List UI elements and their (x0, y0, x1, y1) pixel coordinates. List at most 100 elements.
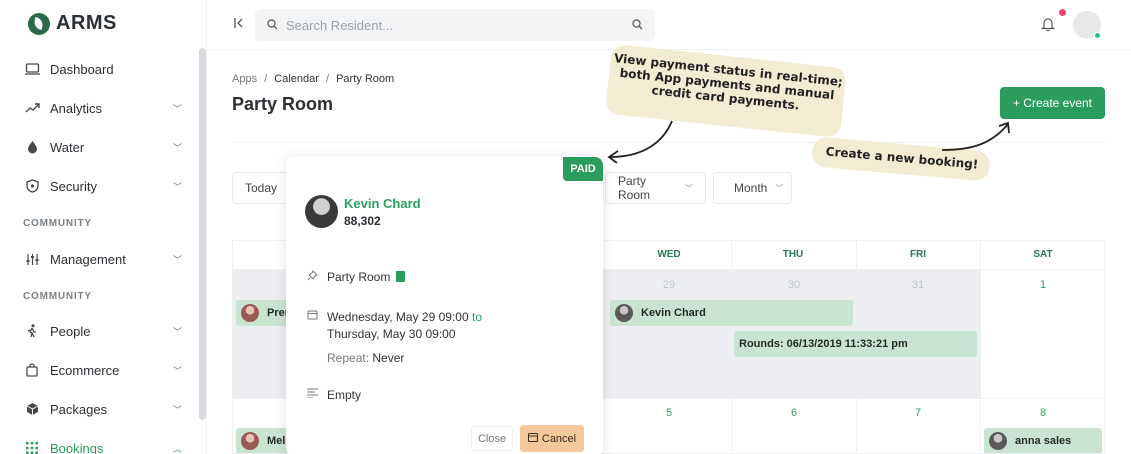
search-input[interactable] (278, 17, 632, 33)
calendar-event[interactable]: anna sales (984, 428, 1102, 453)
breadcrumb-separator: / (264, 73, 268, 85)
search-icon (267, 18, 278, 33)
online-status-dot (1094, 32, 1101, 39)
event-label: Rounds: 06/13/2019 11:33:21 pm (739, 338, 908, 350)
today-button[interactable]: Today (232, 172, 292, 204)
chevron-down-icon: ﹀ (685, 183, 693, 193)
resident-name[interactable]: Kevin Chard (344, 196, 421, 211)
event-label: anna sales (1015, 435, 1072, 447)
event-room-row: Party Room (305, 270, 406, 284)
grid-line (980, 241, 981, 453)
sidebar-item-management[interactable]: Management ﹀ (24, 247, 182, 271)
day-number[interactable]: 31 (903, 279, 933, 291)
repeat-value: Never (372, 351, 405, 365)
create-event-button[interactable]: + Create event (1000, 87, 1105, 119)
pin-icon (305, 270, 319, 284)
chevron-down-icon: ﹀ (775, 183, 784, 193)
chevron-down-icon: ﹀ (172, 181, 182, 192)
sidebar-item-water[interactable]: Water ﹀ (24, 135, 182, 159)
chevron-down-icon: ﹀ (172, 142, 182, 153)
day-header-fri: FRI (909, 249, 927, 260)
close-button[interactable]: Close (471, 426, 513, 451)
sliders-icon (24, 251, 40, 267)
grid-line (731, 241, 732, 453)
annotation-arrow-icon (941, 121, 1010, 151)
event-label: Kevin Chard (641, 307, 706, 319)
grid-icon (24, 440, 40, 454)
breadcrumb: Apps / Calendar / Party Room (232, 73, 398, 85)
event-date-row: Wednesday, May 29 09:00 to Thursday, May… (305, 309, 482, 367)
chevron-down-icon: ﹀ (172, 326, 182, 337)
day-number[interactable]: 1 (1028, 279, 1058, 291)
room-select-value: Party Room (618, 174, 651, 202)
notification-badge (1059, 9, 1066, 16)
sidebar-scrollbar[interactable] (199, 48, 206, 420)
sidebar-item-label: Security (50, 178, 97, 194)
day-number[interactable]: 30 (779, 279, 809, 291)
calendar-x-icon (527, 432, 538, 445)
day-number[interactable]: 29 (654, 279, 684, 291)
collapse-sidebar-icon[interactable] (234, 17, 244, 32)
sidebar-item-label: Ecommerce (50, 362, 120, 378)
event-avatar (615, 304, 633, 322)
sidebar-item-label: Bookings (50, 440, 104, 454)
sidebar-item-dashboard[interactable]: Dashboard (24, 57, 182, 81)
event-description-row: Empty (305, 388, 361, 402)
breadcrumb-calendar[interactable]: Calendar (274, 73, 319, 85)
search-bar (255, 9, 655, 41)
day-number[interactable]: 7 (903, 407, 933, 419)
sidebar-item-label: Packages (50, 401, 108, 417)
nav-section-community: COMMUNITY (23, 218, 92, 229)
sidebar-item-bookings[interactable]: Bookings ︿ (24, 436, 182, 454)
cancel-booking-button[interactable]: Cancel (520, 425, 584, 452)
top-header (207, 0, 1131, 50)
shield-icon (24, 178, 40, 194)
day-header-wed: WED (657, 249, 681, 260)
calendar-icon (305, 309, 319, 323)
sidebar-item-label: People (50, 323, 91, 339)
shopping-bag-icon (24, 362, 40, 378)
day-number[interactable]: 5 (654, 407, 684, 419)
day-number[interactable]: 8 (1028, 407, 1058, 419)
document-icon (396, 271, 406, 282)
app-name: ARMS (56, 12, 117, 34)
app-logo[interactable]: ARMS (28, 12, 117, 35)
sidebar-item-people[interactable]: People ﹀ (24, 319, 182, 343)
sidebar-item-label: Management (50, 251, 126, 267)
chevron-down-icon: ﹀ (172, 404, 182, 415)
event-start: Wednesday, May 29 09:00 (327, 310, 469, 324)
trending-up-icon (24, 100, 40, 116)
calendar-event[interactable]: Kevin Chard (610, 300, 853, 326)
laptop-icon (24, 61, 40, 77)
event-avatar (241, 432, 259, 450)
sidebar-item-ecommerce[interactable]: Ecommerce ﹀ (24, 358, 182, 382)
day-number[interactable]: 6 (779, 407, 809, 419)
sidebar: ARMS Dashboard Analytics ﹀ Water ﹀ Secur… (0, 0, 207, 454)
cancel-label: Cancel (541, 432, 577, 445)
resident-number: 88,302 (344, 214, 381, 228)
breadcrumb-apps[interactable]: Apps (232, 73, 257, 85)
walking-person-icon (24, 323, 40, 339)
chevron-down-icon: ﹀ (172, 103, 182, 114)
sidebar-item-label: Dashboard (50, 61, 114, 77)
sidebar-item-label: Analytics (50, 100, 103, 116)
event-avatar (989, 432, 1007, 450)
view-select[interactable]: Month ﹀ (713, 172, 792, 204)
text-align-icon (305, 388, 319, 401)
room-select[interactable]: Party Room ﹀ (605, 172, 706, 204)
sidebar-item-packages[interactable]: Packages ﹀ (24, 397, 182, 421)
page-title: Party Room (232, 94, 334, 114)
day-header-thu: THU (782, 249, 804, 260)
chevron-down-icon: ﹀ (172, 365, 182, 376)
search-submit-icon[interactable] (632, 18, 643, 33)
bell-icon[interactable] (1041, 16, 1055, 32)
event-avatar (241, 304, 259, 322)
event-end: Thursday, May 30 09:00 (327, 327, 456, 341)
calendar-event[interactable]: Rounds: 06/13/2019 11:33:21 pm (734, 331, 977, 357)
nav-section-community: COMMUNITY (23, 291, 92, 302)
water-drop-icon (24, 139, 40, 155)
sidebar-item-analytics[interactable]: Analytics ﹀ (24, 96, 182, 120)
event-room: Party Room (327, 270, 391, 284)
sidebar-item-security[interactable]: Security ﹀ (24, 174, 182, 198)
breadcrumb-separator: / (325, 73, 330, 85)
